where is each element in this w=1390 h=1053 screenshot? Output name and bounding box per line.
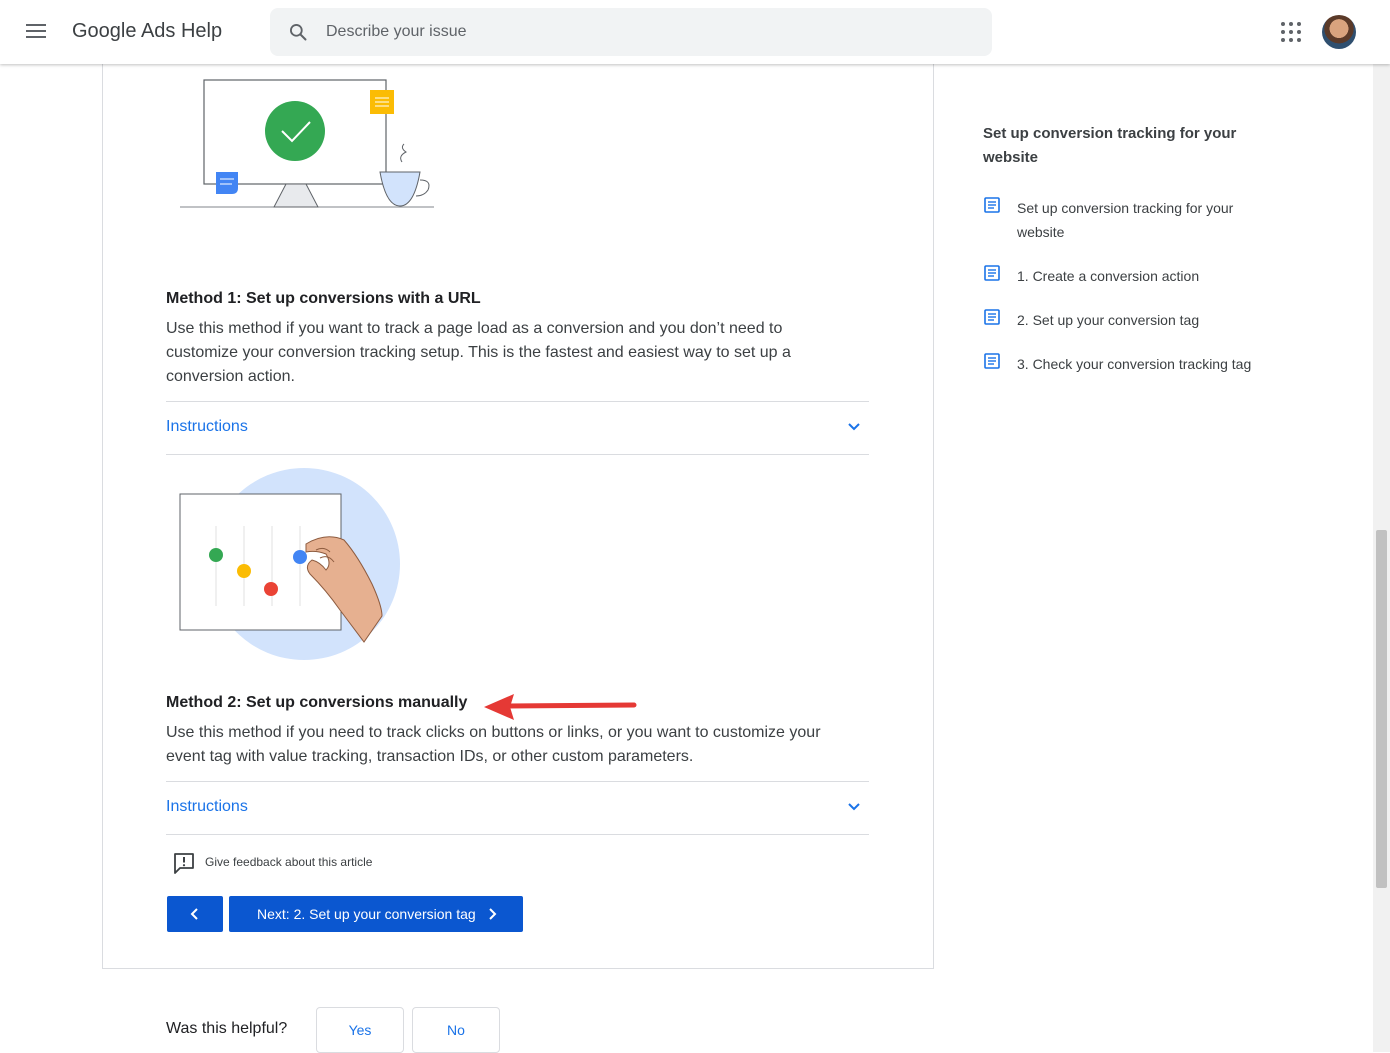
chevron-down-icon[interactable] (847, 800, 861, 814)
yes-button[interactable]: Yes (316, 1007, 404, 1053)
feedback-icon (174, 853, 194, 874)
feedback-label: Give feedback about this article (205, 855, 373, 869)
method2-instructions-accordion[interactable]: Instructions (166, 781, 869, 835)
no-button[interactable]: No (412, 1007, 500, 1053)
accordion-label: Instructions (166, 798, 248, 815)
annotation-arrow (484, 694, 637, 720)
sidebar-item-label: 2. Set up your conversion tag (1017, 312, 1200, 328)
document-icon (984, 197, 1000, 213)
method1-description: Use this method if you want to track a p… (166, 320, 791, 385)
sidebar-item-label: 1. Create a conversion action (1017, 268, 1200, 284)
document-icon (984, 309, 1000, 325)
no-label: No (447, 1022, 465, 1038)
user-avatar[interactable] (1322, 15, 1356, 49)
next-button-label: Next: 2. Set up your conversion tag (257, 906, 476, 922)
search-icon[interactable] (288, 22, 308, 42)
helpful-question: Was this helpful? (166, 1020, 288, 1037)
sliders-hand-illustration (179, 468, 400, 660)
monitor-checkmark-illustration (180, 79, 434, 208)
document-icon (984, 353, 1000, 369)
method2-description: Use this method if you need to track cli… (166, 724, 821, 765)
method1-title: Method 1: Set up conversions with a URL (166, 290, 481, 307)
chevron-down-icon[interactable] (847, 420, 861, 434)
apps-grid-icon[interactable] (1280, 21, 1302, 43)
chevron-left-icon (190, 908, 198, 920)
search-bar[interactable] (270, 8, 992, 56)
menu-icon[interactable] (22, 20, 50, 44)
top-app-bar: Google Ads Help (0, 0, 1390, 64)
method2-title: Method 2: Set up conversions manually (166, 694, 468, 711)
sidebar-item-label: 3. Check your conversion tracking tag (1017, 356, 1252, 372)
previous-button[interactable] (167, 896, 223, 932)
next-button[interactable]: Next: 2. Set up your conversion tag (229, 896, 523, 932)
yes-label: Yes (348, 1022, 372, 1038)
method1-instructions-accordion[interactable]: Instructions (166, 401, 869, 455)
scrollbar-thumb[interactable] (1376, 530, 1387, 888)
product-title[interactable]: Google Ads Help (72, 20, 222, 43)
search-input[interactable] (326, 18, 966, 46)
sidebar-title: Set up conversion tracking for your webs… (983, 125, 1237, 166)
chevron-right-icon (489, 908, 497, 920)
document-icon (984, 265, 1000, 281)
accordion-label: Instructions (166, 418, 248, 435)
sidebar-item-label: Set up conversion tracking for your webs… (1017, 200, 1234, 240)
